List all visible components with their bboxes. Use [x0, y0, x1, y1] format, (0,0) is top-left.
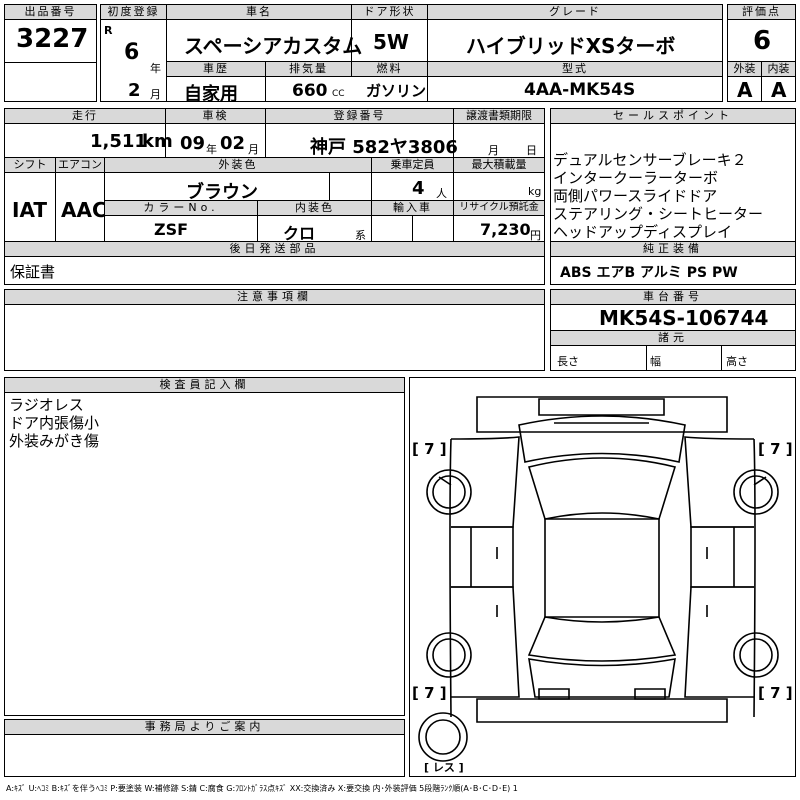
displacement-header: 排気量: [265, 61, 352, 77]
capacity-unit: 人: [436, 187, 447, 200]
aircon: AAC: [61, 198, 107, 222]
cc-unit: CC: [332, 89, 345, 99]
reg-no: 神戸 582ヤ3806: [310, 137, 458, 158]
equipment-header: 純正装備: [550, 241, 796, 257]
first-reg-header: 初度登録: [100, 4, 167, 20]
load-unit: kg: [528, 185, 542, 198]
inspection-header: 車検: [165, 108, 266, 124]
km-unit: km: [142, 131, 173, 152]
history-header: 車歴: [166, 61, 266, 77]
insp-year: 09: [180, 133, 206, 154]
ext-grade: A: [737, 78, 753, 102]
lot-no-header: 出品番号: [4, 4, 97, 20]
mileage: 1,511: [90, 131, 147, 152]
capacity-header: 乗車定員: [371, 157, 454, 173]
spare-mark: [ レス ]: [424, 761, 464, 774]
shift-header: シフト: [4, 157, 56, 173]
tire-mark-rear-left: [ 7 ]: [412, 684, 447, 702]
displacement: 660: [292, 81, 328, 101]
color-no: ZSF: [154, 220, 189, 239]
fuel-header: 燃料: [351, 61, 428, 77]
insp-month-unit: 月: [248, 143, 259, 156]
score: 6: [753, 26, 772, 56]
shift: IAT: [12, 198, 48, 222]
chassis-no: MK54S-106744: [599, 306, 769, 330]
inspector-header: 検査員記入欄: [4, 377, 405, 393]
int-grade: A: [771, 78, 787, 102]
insp-month: 02: [220, 133, 246, 154]
equipment: ABS エアB アルミ PS PW: [560, 265, 738, 281]
chassis-header: 車台番号: [550, 289, 796, 305]
transfer-header: 譲渡書類期限: [453, 108, 545, 124]
specs-header: 諸元: [550, 330, 796, 346]
tire-mark-front-right: [ 7 ]: [758, 440, 793, 458]
insp-year-unit: 年: [206, 143, 217, 156]
aircon-header: エアコン: [55, 157, 105, 173]
lot-no: 3227: [16, 24, 89, 54]
recycle-header: リサイクル預託金: [453, 200, 545, 216]
car-diagram: [418, 396, 779, 762]
grade: ハイブリッドXSターボ: [466, 34, 676, 58]
transfer-month: 月: [488, 144, 499, 157]
legend: A:ｷｽﾞ U:ﾍｺﾐ B:ｷｽﾞを伴うﾍｺﾐ P:要塗装 W:補修跡 S:錆 …: [6, 784, 518, 793]
model-header: 型式: [427, 61, 723, 77]
car-name: スペーシアカスタム: [184, 34, 363, 58]
inspector-note-3: 外装みがき傷: [9, 432, 100, 450]
door-header: ドア形状: [351, 4, 428, 20]
info-block: [4, 108, 545, 285]
length-label: 長さ: [557, 355, 579, 368]
exterior-header: 外装: [727, 61, 762, 77]
color-no-header: カラーNo.: [104, 200, 258, 216]
mileage-header: 走行: [4, 108, 166, 124]
recycle: 7,230: [480, 220, 531, 239]
score-header: 評価点: [727, 4, 796, 20]
sales-point-5: ヘッドアップディスプレイ: [553, 223, 732, 241]
reg-month: 2: [128, 80, 141, 101]
reg-year: 6: [124, 40, 140, 65]
ext-color-header: 外装色: [104, 157, 372, 173]
import-header: 輸入車: [371, 200, 454, 216]
grade-header: グレード: [427, 4, 723, 20]
tire-mark-rear-right: [ 7 ]: [758, 684, 793, 702]
later-parts: 保証書: [10, 263, 56, 281]
month-unit: 月: [150, 88, 161, 101]
car-name-header: 車名: [166, 4, 352, 20]
door-type: 5W: [373, 30, 409, 54]
tire-mark-front-left: [ 7 ]: [412, 440, 447, 458]
year-unit: 年: [150, 62, 161, 75]
interior-header: 内装: [761, 61, 796, 77]
notes-header: 注意事項欄: [4, 289, 545, 305]
reg-no-header: 登録番号: [265, 108, 454, 124]
fuel: ガソリン: [366, 82, 427, 100]
history: 自家用: [184, 84, 238, 105]
office-header: 事務局よりご案内: [4, 719, 405, 735]
load-header: 最大積載量: [453, 157, 545, 173]
era: R: [104, 24, 113, 37]
capacity: 4: [412, 178, 425, 199]
model: 4AA-MK54S: [524, 80, 636, 100]
transfer-day: 日: [526, 144, 537, 157]
height-label: 高さ: [726, 355, 748, 368]
width-label: 幅: [650, 355, 661, 368]
later-parts-header: 後日発送部品: [4, 241, 545, 257]
int-color-header: 内装色: [257, 200, 372, 216]
sales-header: セールスポイント: [550, 108, 796, 124]
